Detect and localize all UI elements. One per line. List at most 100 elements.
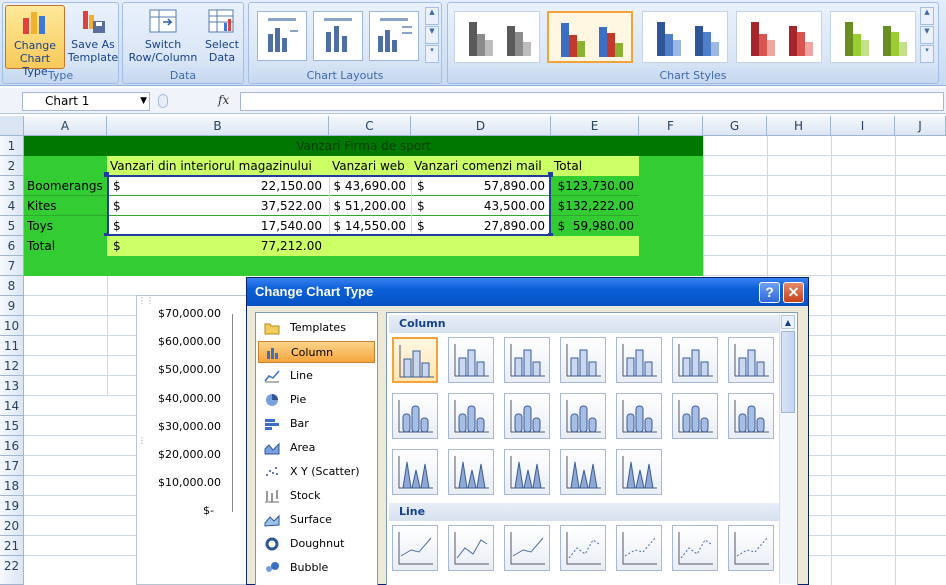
chart-style-2[interactable] xyxy=(547,11,633,63)
help-button[interactable]: ? xyxy=(759,282,780,303)
cell-in-store-toys[interactable]: 17,540.00 xyxy=(130,216,325,236)
row-header[interactable]: 5 xyxy=(0,216,24,236)
category-bar[interactable]: Bar xyxy=(258,413,375,435)
column-header-d[interactable]: D xyxy=(411,116,551,136)
name-box-dropdown-icon[interactable]: ▼ xyxy=(140,93,147,110)
row-header[interactable]: 7 xyxy=(0,256,24,276)
sheet-title[interactable]: Vanzari Firma de sport xyxy=(24,136,703,156)
cell-total-boomerangs[interactable]: $123,730.00 xyxy=(551,176,637,196)
cylinder-chart-subtype[interactable] xyxy=(448,393,494,439)
cell-in-store-boomerangs[interactable]: 22,150.00 xyxy=(130,176,325,196)
column-header-g[interactable]: G xyxy=(703,116,767,136)
cell-web-kites[interactable]: $ 51,200.00 xyxy=(329,196,409,216)
category-area[interactable]: Area xyxy=(258,437,375,459)
row-header[interactable]: 20 xyxy=(0,516,24,536)
layouts-scroll-down[interactable]: ▼ xyxy=(425,26,439,44)
row-header[interactable]: 4 xyxy=(0,196,24,216)
name-box[interactable]: Chart 1 ▼ xyxy=(22,92,150,111)
scroll-up-icon[interactable]: ▲ xyxy=(781,315,795,329)
dialog-title-bar[interactable]: Change Chart Type ? ✕ xyxy=(247,278,808,306)
line-chart-subtype[interactable] xyxy=(616,525,662,571)
chart-style-4[interactable] xyxy=(736,11,822,63)
chart-layout-1[interactable] xyxy=(257,11,307,61)
scroll-thumb[interactable] xyxy=(781,331,795,413)
category-surface[interactable]: Surface xyxy=(258,509,375,531)
column-header-j[interactable]: J xyxy=(895,116,946,136)
column-header-b[interactable]: B xyxy=(107,116,329,136)
close-button[interactable]: ✕ xyxy=(783,282,804,303)
header-total[interactable]: Total xyxy=(551,156,639,176)
save-as-template-button[interactable]: Save As Template xyxy=(67,5,119,69)
line-chart-subtype[interactable] xyxy=(392,525,438,571)
fx-icon[interactable]: fx xyxy=(218,93,229,107)
column-chart-subtype[interactable] xyxy=(448,337,494,383)
row-label-toys[interactable]: Toys xyxy=(24,216,107,236)
cylinder-chart-subtype[interactable] xyxy=(728,393,774,439)
row-header[interactable]: 21 xyxy=(0,536,24,556)
chart-layout-2[interactable] xyxy=(313,11,363,61)
header-web[interactable]: Vanzari web xyxy=(329,156,411,176)
line-chart-subtype[interactable] xyxy=(672,525,718,571)
column-chart-subtype[interactable] xyxy=(616,337,662,383)
row-label-total[interactable]: Total xyxy=(24,236,107,256)
cell-total-toys[interactable]: $ 59,980.00 xyxy=(551,216,637,236)
row-header[interactable]: 10 xyxy=(0,316,24,336)
category-stock[interactable]: Stock xyxy=(258,485,375,507)
styles-scroll-up[interactable]: ▲ xyxy=(920,7,934,25)
row-header[interactable]: 17 xyxy=(0,456,24,476)
row-header[interactable]: 2 xyxy=(0,156,24,176)
cell-in-store-kites[interactable]: 37,522.00 xyxy=(130,196,325,216)
layouts-more[interactable]: ▾ xyxy=(425,45,439,63)
cell-total-in-store[interactable]: 77,212.00 xyxy=(130,236,325,256)
category-doughnut[interactable]: Doughnut xyxy=(258,533,375,555)
chart-style-3[interactable] xyxy=(642,11,728,63)
column-chart-subtype[interactable] xyxy=(728,337,774,383)
switch-row-column-button[interactable]: Switch Row/Column xyxy=(127,5,199,69)
row-header[interactable]: 3 xyxy=(0,176,24,196)
cell-total-kites[interactable]: $132,222.00 xyxy=(551,196,637,216)
select-all-corner[interactable] xyxy=(0,116,24,136)
row-header[interactable]: 14 xyxy=(0,396,24,416)
cell-web-toys[interactable]: $ 14,550.00 xyxy=(329,216,409,236)
column-chart-subtype[interactable] xyxy=(672,337,718,383)
column-chart-subtype[interactable] xyxy=(504,337,550,383)
row-label-kites[interactable]: Kites xyxy=(24,196,107,216)
column-chart-subtype[interactable] xyxy=(560,337,606,383)
row-header[interactable]: 19 xyxy=(0,496,24,516)
header-in-store[interactable]: Vanzari din interiorul magazinului xyxy=(107,156,329,176)
styles-more[interactable]: ▾ xyxy=(920,45,934,63)
row-header[interactable]: 15 xyxy=(0,416,24,436)
chart-style-5[interactable] xyxy=(830,11,916,63)
cell-mail-boomerangs[interactable]: 57,890.00 xyxy=(434,176,548,196)
cone-chart-subtype[interactable] xyxy=(616,449,662,495)
chart-style-1[interactable] xyxy=(454,11,540,63)
cylinder-chart-subtype[interactable] xyxy=(672,393,718,439)
formula-input[interactable] xyxy=(240,92,944,111)
category-line[interactable]: Line xyxy=(258,365,375,387)
column-header-i[interactable]: I xyxy=(831,116,895,136)
cylinder-chart-subtype[interactable] xyxy=(392,393,438,439)
cylinder-chart-subtype[interactable] xyxy=(616,393,662,439)
row-header[interactable]: 13 xyxy=(0,376,24,396)
cone-chart-subtype[interactable] xyxy=(560,449,606,495)
cell-mail-kites[interactable]: 43,500.00 xyxy=(434,196,548,216)
line-chart-subtype[interactable] xyxy=(448,525,494,571)
row-header[interactable]: 12 xyxy=(0,356,24,376)
cell-web-boomerangs[interactable]: $ 43,690.00 xyxy=(329,176,409,196)
category-bubble[interactable]: Bubble xyxy=(258,557,375,579)
gallery-scrollbar[interactable]: ▲ xyxy=(779,314,796,584)
row-header[interactable]: 1 xyxy=(0,136,24,156)
select-data-button[interactable]: Select Data xyxy=(201,5,243,69)
row-header[interactable]: 11 xyxy=(0,336,24,356)
styles-scroll-down[interactable]: ▼ xyxy=(920,26,934,44)
layouts-scroll-up[interactable]: ▲ xyxy=(425,7,439,25)
row-header[interactable]: 16 xyxy=(0,436,24,456)
cone-chart-subtype[interactable] xyxy=(392,449,438,495)
line-chart-subtype[interactable] xyxy=(504,525,550,571)
cell-mail-toys[interactable]: 27,890.00 xyxy=(434,216,548,236)
column-header-e[interactable]: E xyxy=(551,116,639,136)
cylinder-chart-subtype[interactable] xyxy=(560,393,606,439)
category-templates[interactable]: Templates xyxy=(258,317,375,339)
column-header-c[interactable]: C xyxy=(329,116,411,136)
cone-chart-subtype[interactable] xyxy=(504,449,550,495)
